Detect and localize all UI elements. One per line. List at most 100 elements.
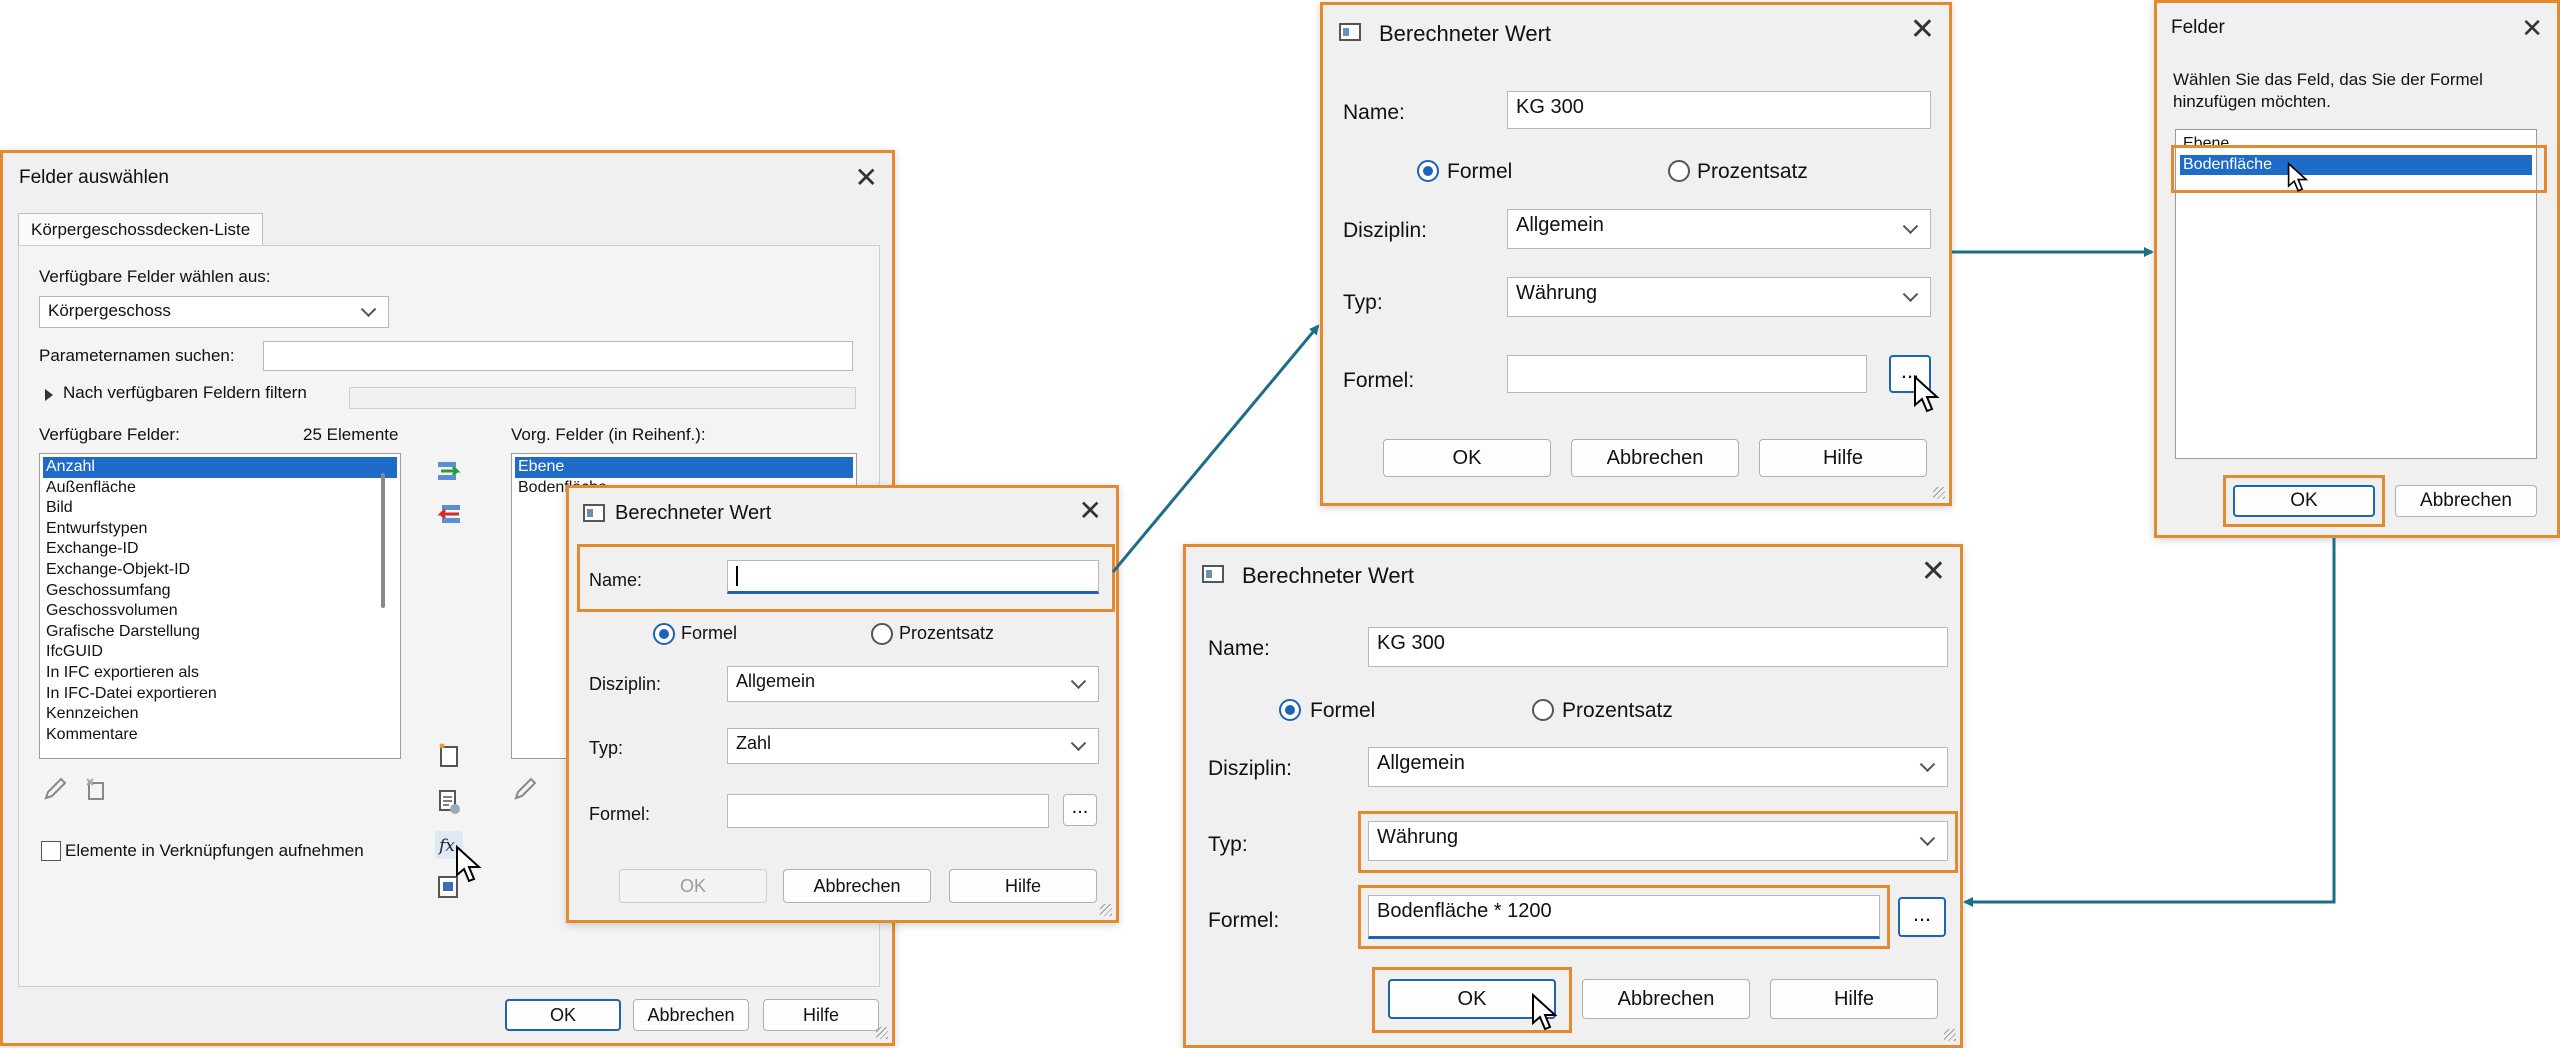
ok-button[interactable]: OK — [2233, 485, 2375, 517]
list-item[interactable]: In IFC exportieren als — [43, 663, 397, 684]
list-item[interactable]: Exchange-Objekt-ID — [43, 560, 397, 581]
type-label: Typ: — [589, 738, 624, 758]
list-item[interactable]: In IFC-Datei exportieren — [43, 684, 397, 705]
resize-grip[interactable] — [1933, 487, 1945, 499]
search-label: Parameternamen suchen: — [39, 346, 235, 365]
help-button[interactable]: Hilfe — [763, 999, 879, 1031]
formula-browse-button[interactable]: ... — [1898, 897, 1946, 937]
tab-koerpergeschossdecken[interactable]: Körpergeschossdecken-Liste — [18, 213, 264, 246]
radio-percent-label: Prozentsatz — [899, 623, 995, 643]
title-bar: Berechneter Wert ✕ — [1323, 5, 1949, 61]
list-item[interactable]: Außenfläche — [43, 478, 397, 499]
type-dropdown[interactable]: Währung — [1507, 277, 1931, 317]
radio-percent[interactable] — [1668, 160, 1690, 182]
edit-pencil-icon-right[interactable] — [511, 775, 539, 803]
edit-pencil-icon[interactable] — [41, 775, 69, 803]
edit-parameter-icon[interactable] — [435, 788, 463, 816]
search-input[interactable] — [263, 341, 853, 371]
formula-input[interactable] — [727, 794, 1049, 828]
radio-percent[interactable] — [1532, 699, 1554, 721]
resize-grip[interactable] — [876, 1027, 888, 1039]
source-value: Körpergeschoss — [48, 301, 171, 320]
help-button[interactable]: Hilfe — [949, 869, 1097, 903]
arrow-name-to-dialog2 — [1111, 324, 1320, 573]
ok-button[interactable]: OK — [505, 999, 621, 1031]
help-button[interactable]: Hilfe — [1759, 439, 1927, 477]
list-item[interactable]: IfcGUID — [43, 642, 397, 663]
cancel-button[interactable]: Abbrechen — [633, 999, 749, 1031]
close-icon[interactable]: ✕ — [2521, 13, 2543, 43]
list-item[interactable]: Kommentare — [43, 725, 397, 746]
list-item[interactable]: Kennzeichen — [43, 704, 397, 725]
name-label: Name: — [589, 570, 643, 590]
list-item[interactable]: Exchange-ID — [43, 539, 397, 560]
radio-formula[interactable] — [653, 623, 675, 645]
available-fields-label: Verfügbare Felder: — [39, 425, 180, 444]
source-label: Verfügbare Felder wählen aus: — [39, 267, 271, 286]
calculated-value-dialog-2: Berechneter Wert ✕ Name: KG 300 Formel P… — [1320, 2, 1952, 506]
type-dropdown[interactable]: Zahl — [727, 728, 1099, 764]
radio-percent-label: Prozentsatz — [1697, 160, 1808, 183]
add-field-icon[interactable] — [435, 458, 463, 486]
name-input[interactable]: KG 300 — [1368, 627, 1948, 667]
mouse-cursor-icon — [2287, 161, 2309, 192]
source-dropdown[interactable]: Körpergeschoss — [39, 296, 389, 328]
remove-field-icon[interactable] — [435, 501, 463, 529]
cancel-button[interactable]: Abbrechen — [2395, 485, 2537, 517]
formula-input[interactable] — [1507, 355, 1867, 393]
radio-formula[interactable] — [1417, 160, 1439, 182]
filter-bar — [349, 387, 856, 409]
list-item[interactable]: Anzahl — [43, 457, 397, 478]
ok-button[interactable]: OK — [1383, 439, 1551, 477]
name-label: Name: — [1208, 637, 1270, 660]
include-links-checkbox[interactable] — [41, 841, 61, 861]
resize-grip[interactable] — [1100, 904, 1112, 916]
dialog-title: Berechneter Wert — [1242, 563, 1415, 588]
list-item[interactable]: Geschossumfang — [43, 581, 397, 602]
type-label: Typ: — [1208, 833, 1248, 856]
list-scrollbar[interactable] — [381, 473, 385, 608]
ok-button[interactable]: OK — [619, 869, 767, 903]
dialog-window-icon — [1202, 565, 1224, 583]
formula-input[interactable]: Bodenfläche * 1200 — [1368, 895, 1880, 939]
discipline-dropdown[interactable]: Allgemein — [1507, 209, 1931, 249]
radio-percent[interactable] — [871, 623, 893, 645]
title-bar: Berechneter Wert ✕ — [1186, 547, 1960, 603]
title-bar: Berechneter Wert ✕ — [569, 488, 1116, 540]
discipline-label: Disziplin: — [1343, 219, 1428, 242]
close-icon[interactable]: ✕ — [1921, 557, 1946, 587]
calculated-value-dialog-1: Berechneter Wert ✕ Name: Formel Prozents… — [566, 485, 1119, 923]
close-icon[interactable]: ✕ — [855, 163, 878, 193]
cancel-button[interactable]: Abbrechen — [1582, 979, 1750, 1019]
list-item[interactable]: Grafische Darstellung — [43, 622, 397, 643]
dialog-window-icon — [1339, 23, 1361, 41]
calculated-value-dialog-3: Berechneter Wert ✕ Name: KG 300 Formel P… — [1183, 544, 1963, 1048]
radio-formula[interactable] — [1279, 699, 1301, 721]
title-bar: Felder auswählen ✕ — [3, 153, 892, 203]
name-input[interactable]: KG 300 — [1507, 91, 1931, 129]
filter-expander[interactable]: Nach verfügbaren Feldern filtern — [39, 381, 856, 411]
list-item[interactable]: Bodenfläche — [2180, 154, 2532, 176]
mouse-cursor-icon — [456, 845, 482, 883]
delete-parameter-icon[interactable] — [83, 775, 111, 803]
cancel-button[interactable]: Abbrechen — [783, 869, 931, 903]
list-item[interactable]: Bild — [43, 498, 397, 519]
help-button[interactable]: Hilfe — [1770, 979, 1938, 1019]
type-dropdown[interactable]: Währung — [1368, 821, 1948, 861]
close-icon[interactable]: ✕ — [1910, 15, 1935, 45]
list-item[interactable]: Entwurfstypen — [43, 519, 397, 540]
available-fields-list[interactable]: Anzahl Außenfläche Bild Entwurfstypen Exchan… — [39, 453, 401, 759]
cancel-button[interactable]: Abbrechen — [1571, 439, 1739, 477]
list-item[interactable]: Geschossvolumen — [43, 601, 397, 622]
discipline-dropdown[interactable]: Allgemein — [727, 666, 1099, 702]
close-icon[interactable]: ✕ — [1079, 496, 1102, 526]
new-parameter-icon[interactable] — [435, 741, 463, 769]
formula-label: Formel: — [1343, 369, 1415, 392]
fields-list[interactable]: Ebene Bodenfläche — [2175, 129, 2537, 459]
name-input[interactable] — [727, 560, 1099, 594]
list-item[interactable]: Ebene — [515, 457, 853, 478]
discipline-dropdown[interactable]: Allgemein — [1368, 747, 1948, 787]
formula-browse-button[interactable]: ... — [1063, 794, 1097, 826]
resize-grip[interactable] — [1944, 1029, 1956, 1041]
list-item[interactable]: Ebene — [2180, 134, 2532, 155]
